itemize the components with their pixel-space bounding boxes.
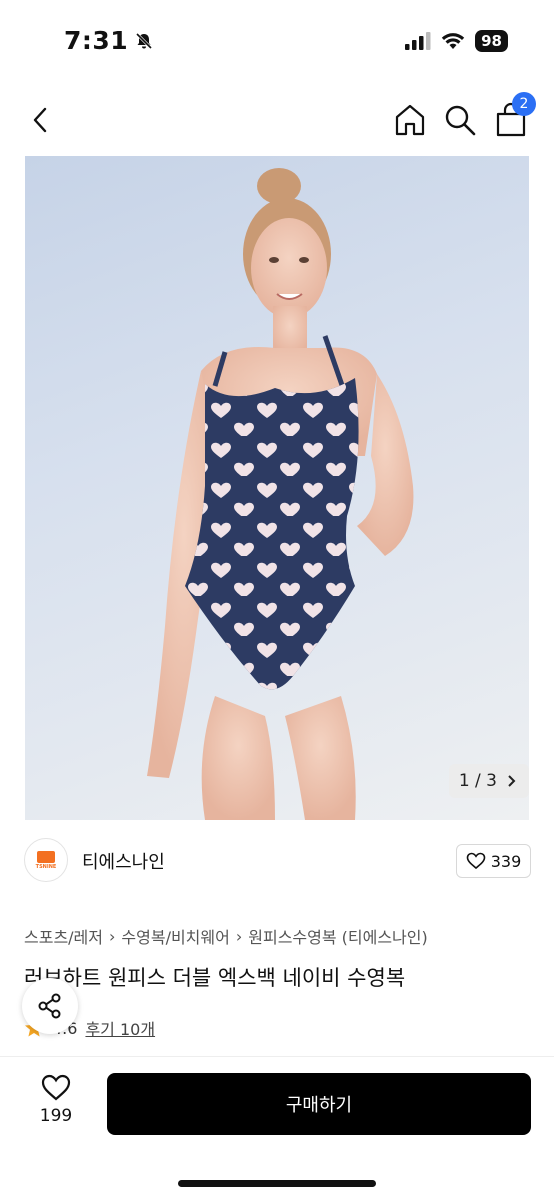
reviews-link[interactable]: 후기 10개 [85,1016,155,1040]
bell-off-icon [136,32,153,49]
wishlist-count: 199 [39,1106,73,1126]
model-swimsuit-photo [147,168,414,820]
brand-like-button[interactable]: 339 [456,844,531,878]
chevron-right-icon [508,775,516,787]
wishlist-button[interactable]: 199 [24,1074,88,1134]
status-indicators: 98 [405,30,508,52]
chevron-right-icon: › [109,926,116,946]
share-button[interactable] [22,978,78,1034]
chevron-left-icon [33,107,47,133]
home-indicator [178,1180,376,1187]
cart-count-badge: 2 [512,92,536,116]
breadcrumb-item[interactable]: 원피스수영복 (티에스나인) [248,924,428,948]
status-time: 7:31 [64,26,154,55]
buy-button[interactable]: 구매하기 [107,1073,531,1135]
breadcrumb-item[interactable]: 스포츠/레저 [24,924,103,948]
back-button[interactable] [24,104,56,136]
brand-name[interactable]: 티에스나인 [82,848,165,874]
battery-indicator: 98 [475,30,508,52]
chevron-right-icon: › [235,926,243,946]
heart-outline-icon [41,1074,71,1101]
heart-outline-icon [466,852,486,870]
product-title: 러브하트 원피스 더블 엑스백 네이비 수영복 [24,966,406,990]
search-icon [445,105,476,136]
cart-button[interactable]: 2 [494,92,536,138]
status-bar: 7:31 98 [0,0,554,80]
brand-row: TSNINE 티에스나인 339 [0,830,554,890]
breadcrumb: 스포츠/레저 › 수영복/비치웨어 › 원피스수영복 (티에스나인) [24,924,428,948]
product-image[interactable]: 1 / 3 [25,156,529,820]
image-counter-text: 1 / 3 [458,771,497,791]
image-counter[interactable]: 1 / 3 [448,764,529,798]
top-nav: 2 [0,92,554,148]
share-icon [38,993,61,1019]
wifi-icon [441,33,465,49]
divider [0,1056,554,1057]
status-time-text: 7:31 [64,26,129,55]
brand-logo-mark [37,850,55,863]
home-icon [395,104,425,136]
signal-icon [405,32,431,50]
brand-like-count: 339 [490,851,522,871]
search-button[interactable] [442,102,478,138]
home-button[interactable] [392,102,428,138]
breadcrumb-item[interactable]: 수영복/비치웨어 [121,924,229,948]
brand-logo[interactable]: TSNINE [24,838,68,882]
brand-logo-text: TSNINE [35,863,57,870]
